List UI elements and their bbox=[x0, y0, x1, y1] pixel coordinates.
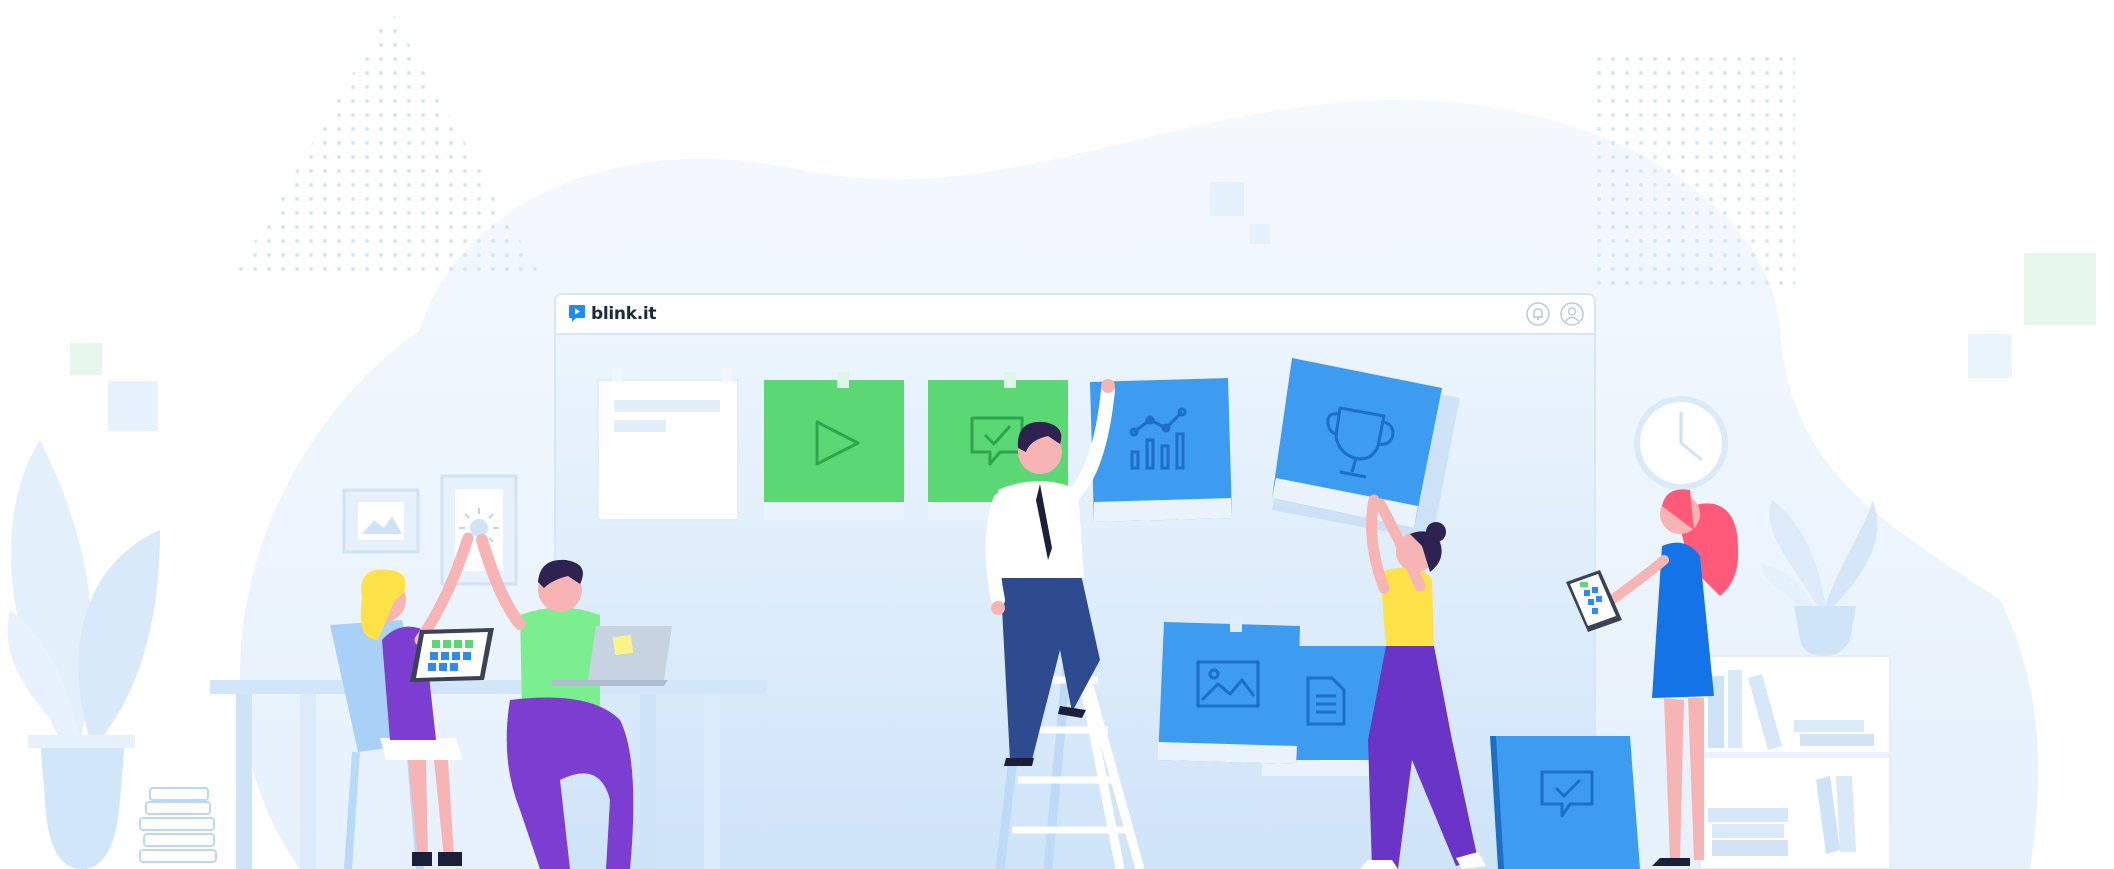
illustration-foreground bbox=[7, 358, 1891, 869]
wall-frame-landscape bbox=[342, 488, 420, 554]
person-woman-high-five bbox=[330, 532, 474, 869]
board-card-text-note[interactable] bbox=[597, 368, 739, 521]
plant-right bbox=[1762, 500, 1878, 656]
hero-illustration: blink.it bbox=[0, 0, 2114, 869]
book-stack bbox=[139, 787, 217, 863]
laptop-left bbox=[410, 628, 494, 682]
desk bbox=[210, 680, 766, 869]
plant-left bbox=[7, 440, 160, 869]
person-man-high-five bbox=[476, 534, 634, 869]
wall-clock bbox=[1634, 396, 1728, 490]
bookshelf bbox=[1699, 655, 1891, 869]
person-woman-lifting-card bbox=[1360, 494, 1486, 869]
tablet-device bbox=[1566, 570, 1622, 632]
board-card-approved-message[interactable] bbox=[1490, 736, 1640, 869]
board-card-image[interactable] bbox=[1158, 616, 1300, 764]
board-card-achievement[interactable] bbox=[1272, 358, 1460, 540]
board-card-video[interactable] bbox=[764, 372, 904, 520]
